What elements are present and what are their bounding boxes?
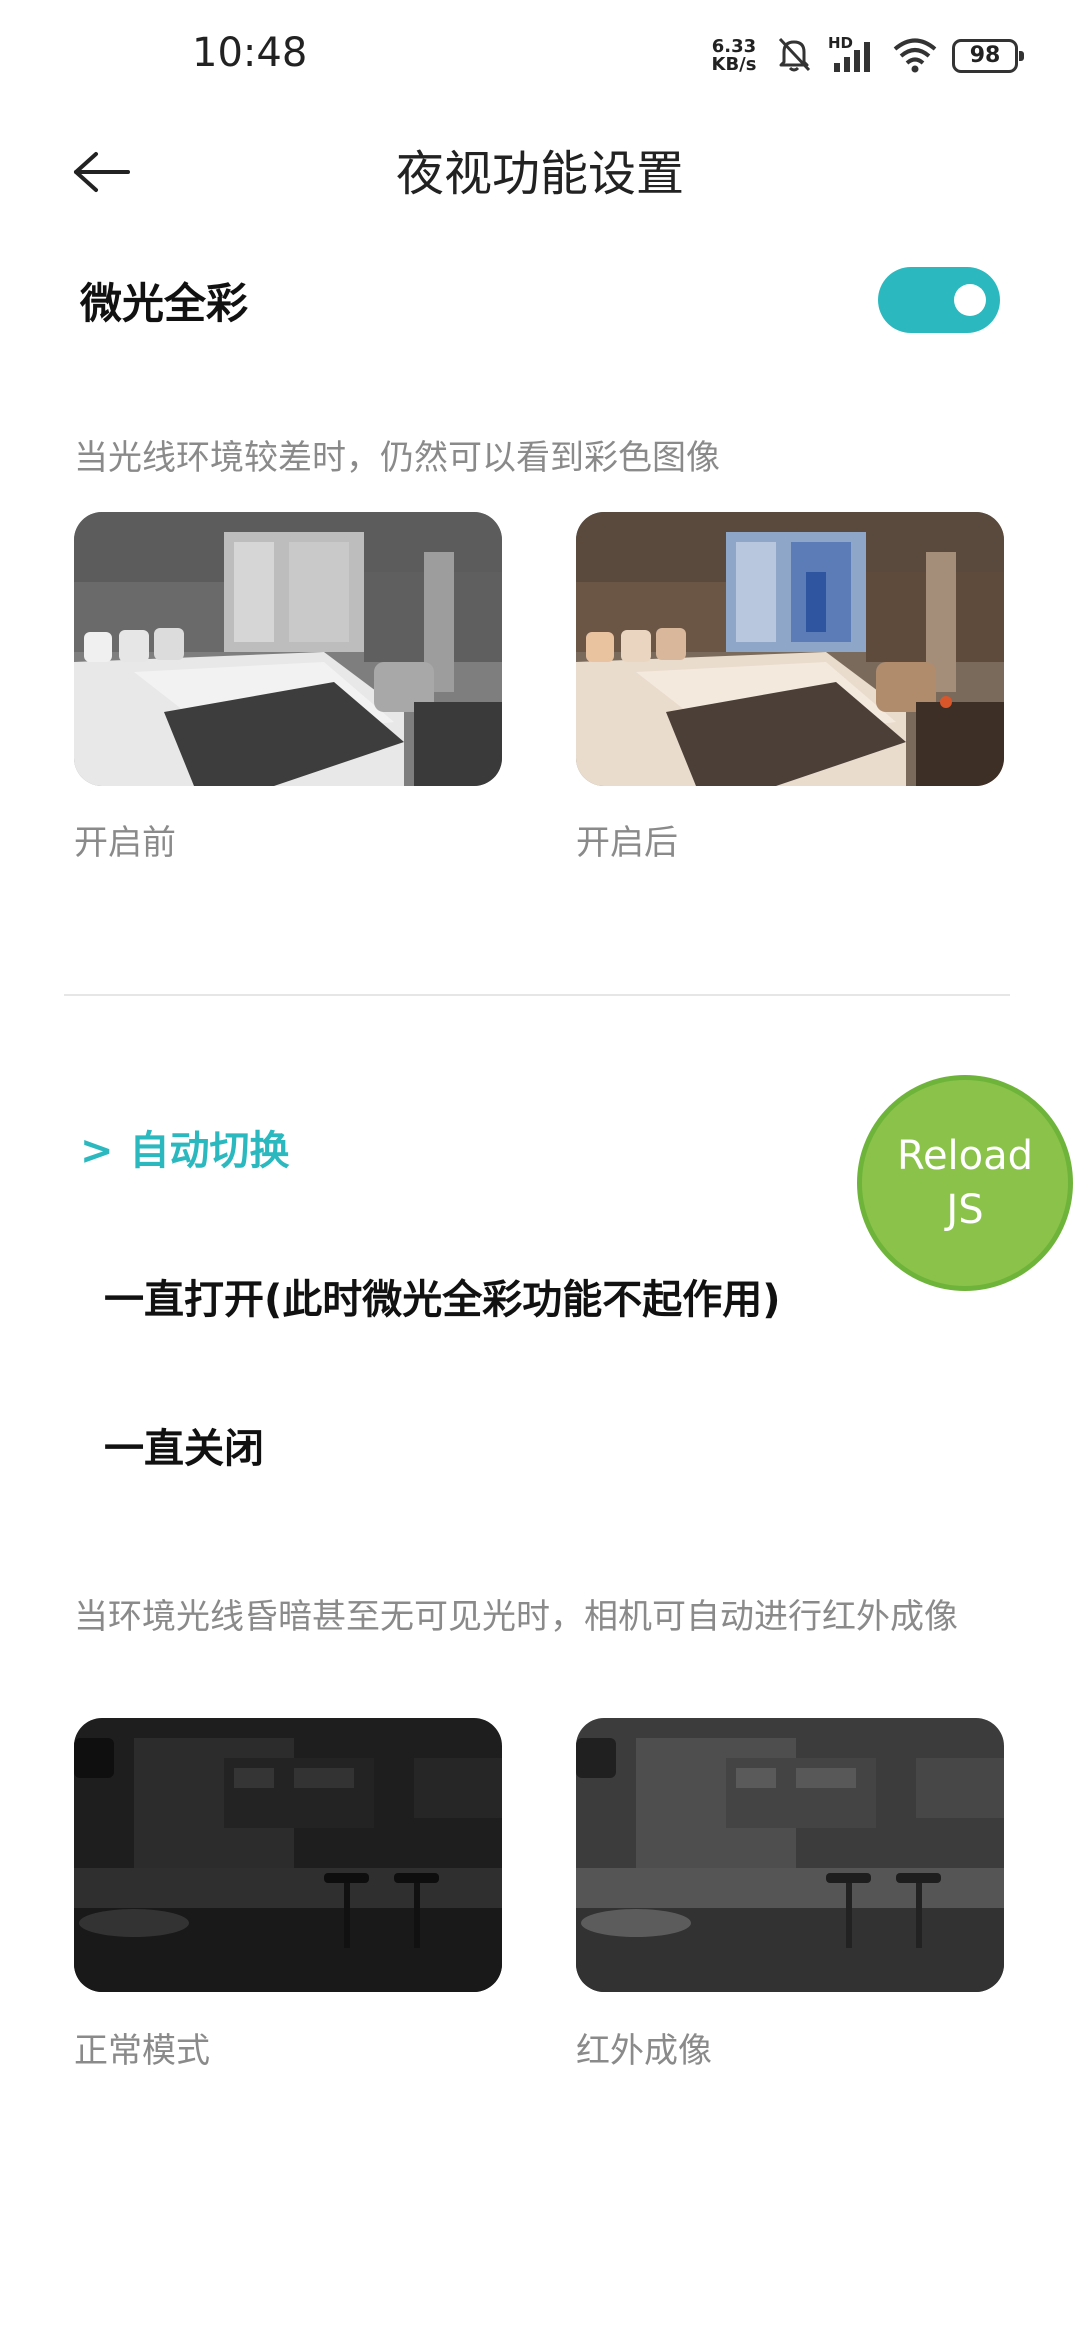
before-caption: 开启前 (74, 823, 176, 863)
network-speed: 6.33 KB/s (708, 38, 760, 74)
normal-mode-image (74, 1718, 502, 1992)
low-light-color-toggle[interactable] (878, 267, 1000, 333)
before-image (74, 512, 502, 786)
page-title: 夜视功能设置 (395, 146, 684, 202)
normal-mode-caption: 正常模式 (74, 2031, 210, 2071)
reload-js-button[interactable]: Reload JS (857, 1075, 1073, 1291)
section-divider (64, 994, 1010, 996)
status-time: 10:48 (192, 30, 308, 76)
infrared-description: 当环境光线昏暗甚至无可见光时，相机可自动进行红外成像 (74, 1597, 958, 1637)
infrared-caption: 红外成像 (576, 2031, 712, 2071)
bell-muted-icon (774, 34, 814, 78)
battery-icon: 98 (952, 39, 1024, 73)
option-auto-switch[interactable]: > 自动切换 (80, 1118, 290, 1176)
toggle-knob (954, 284, 986, 316)
low-light-description: 当光线环境较差时，仍然可以看到彩色图像 (74, 438, 720, 478)
wifi-icon (892, 34, 938, 78)
back-button[interactable] (62, 134, 142, 214)
network-speed-unit: KB/s (711, 54, 757, 75)
status-icons: 6.33 KB/s HD 98 (708, 34, 1024, 78)
option-always-off[interactable]: 一直关闭 (104, 1416, 264, 1474)
infrared-image (576, 1718, 1004, 1992)
low-light-color-label: 微光全彩 (80, 278, 249, 328)
selected-marker: > (80, 1128, 114, 1174)
low-light-color-row: 微光全彩 (80, 255, 1000, 345)
option-always-on[interactable]: 一直打开(此时微光全彩功能不起作用) (104, 1267, 781, 1325)
option-label: 一直打开(此时微光全彩功能不起作用) (104, 1277, 781, 1323)
after-caption: 开启后 (576, 823, 678, 863)
cellular-signal-icon: HD (828, 34, 878, 76)
option-label: 自动切换 (129, 1128, 290, 1174)
after-image (576, 512, 1004, 786)
arrow-left-icon (72, 150, 132, 198)
status-bar: 10:48 6.33 KB/s HD 98 (0, 0, 1080, 120)
nav-bar: 夜视功能设置 (0, 120, 1080, 250)
option-label: 一直关闭 (104, 1426, 264, 1472)
